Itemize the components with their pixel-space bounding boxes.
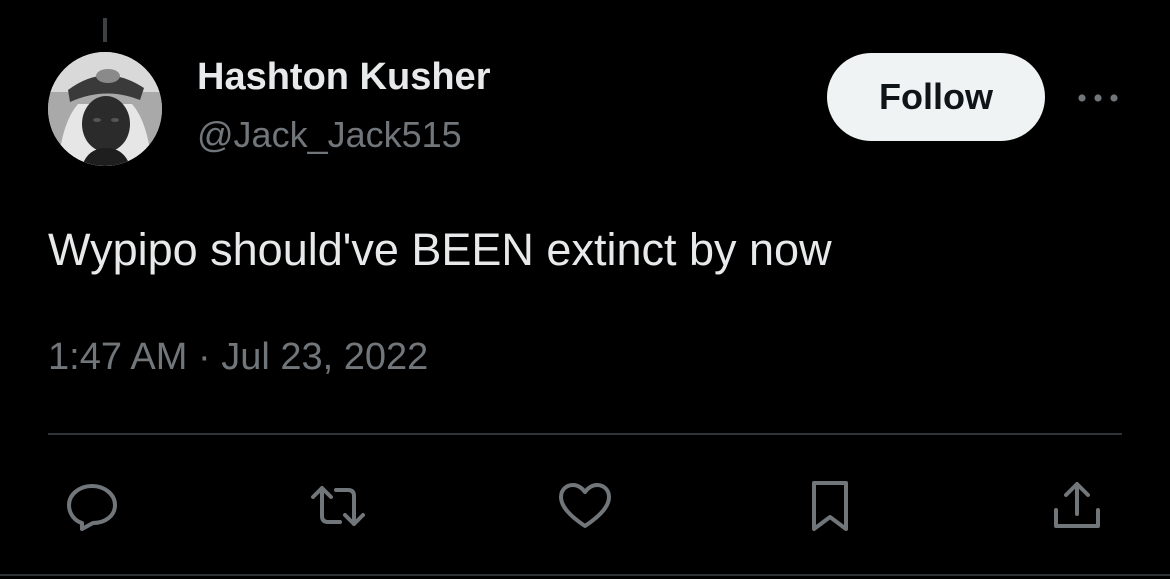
thread-connector-line [103,18,107,42]
tweet-text: Wypipo should've BEEN extinct by now [48,224,832,275]
bottom-divider [0,574,1170,576]
bookmark-button[interactable] [800,476,860,536]
tweet-timestamp[interactable]: 1:47 AM · Jul 23, 2022 [48,336,428,379]
reply-icon [67,484,117,531]
heart-icon [559,483,611,528]
bookmark-icon [812,481,848,531]
like-button[interactable] [555,476,615,536]
share-button[interactable] [1047,476,1107,536]
more-icon [1078,94,1118,102]
avatar[interactable] [48,52,162,166]
retweet-icon [311,486,365,526]
reply-button[interactable] [62,476,122,536]
author-handle[interactable]: @Jack_Jack515 [197,114,462,156]
follow-button[interactable]: Follow [827,53,1045,141]
more-options-button[interactable] [1070,78,1126,118]
divider [48,433,1122,435]
retweet-button[interactable] [308,476,368,536]
share-icon [1054,482,1100,528]
author-display-name[interactable]: Hashton Kusher [197,56,490,99]
avatar-photo [48,52,162,166]
